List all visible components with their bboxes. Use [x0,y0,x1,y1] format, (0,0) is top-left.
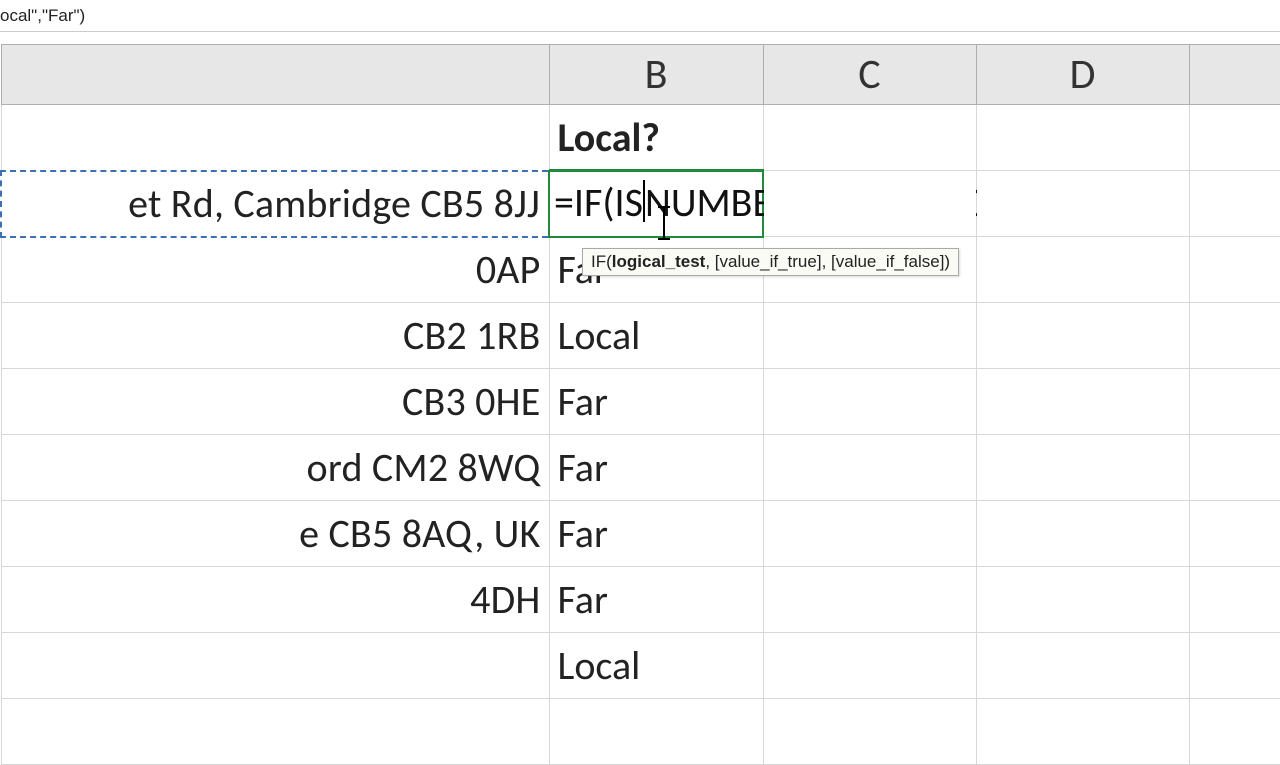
cell-A7[interactable]: e CB5 8AQ, UK [1,501,549,567]
cell-C2[interactable] [763,171,976,237]
cell-B4-text: Local [558,311,641,360]
cell-A3[interactable]: 0AP [1,237,549,303]
cell-B6[interactable]: Far [549,435,763,501]
row-9: Local [1,633,1280,699]
cell-A3-text: 0AP [476,245,541,294]
cell-E10[interactable] [1189,699,1280,765]
cell-E6[interactable] [1189,435,1280,501]
cell-D4[interactable] [976,303,1189,369]
cell-C8[interactable] [763,567,976,633]
cell-A4-text: CB2 1RB [403,311,541,360]
cell-D8[interactable] [976,567,1189,633]
cell-B8[interactable]: Far [549,567,763,633]
cell-B7-text: Far [558,509,608,558]
cell-A4[interactable]: CB2 1RB [1,303,549,369]
tooltip-rest: , [value_if_true], [value_if_false]) [705,252,950,271]
cell-A5[interactable]: CB3 0HE [1,369,549,435]
cell-B8-text: Far [558,575,608,624]
cell-D7[interactable] [976,501,1189,567]
row-10 [1,699,1280,765]
cell-C7[interactable] [763,501,976,567]
function-tooltip[interactable]: IF(logical_test, [value_if_true], [value… [582,248,959,276]
row-5: CB3 0HE Far [1,369,1280,435]
cell-D10[interactable] [976,699,1189,765]
cell-C4[interactable] [763,303,976,369]
cell-D6[interactable] [976,435,1189,501]
row-2: et Rd, Cambridge CB5 8JJ =IF(ISNUMBER(SE… [1,171,1280,237]
cell-B7[interactable]: Far [549,501,763,567]
col-header-C[interactable]: C [763,45,976,105]
col-header-E[interactable] [1189,45,1280,105]
cell-D2[interactable] [976,171,1189,237]
col-header-D[interactable]: D [976,45,1189,105]
cell-E4[interactable] [1189,303,1280,369]
text-caret [643,180,645,222]
cell-A8[interactable]: 4DH [1,567,549,633]
tooltip-active-arg: logical_test [612,252,706,271]
cell-E5[interactable] [1189,369,1280,435]
cell-B9-text: Local [558,641,641,690]
col-header-B-label: B [645,49,668,100]
cell-B1[interactable]: Local? [549,105,763,171]
cell-E2[interactable] [1189,171,1280,237]
col-header-A[interactable] [1,45,549,105]
cell-E7[interactable] [1189,501,1280,567]
row-1: Local? [1,105,1280,171]
cell-A7-text: e CB5 8AQ, UK [299,509,540,558]
spreadsheet-grid[interactable]: B C D Local? et Rd, Cambridge CB5 8JJ [0,44,1280,765]
cell-E8[interactable] [1189,567,1280,633]
row-4: CB2 1RB Local [1,303,1280,369]
cell-A1[interactable] [1,105,549,171]
cell-B5-text: Far [558,377,608,426]
cell-C1[interactable] [763,105,976,171]
cell-A6[interactable]: ord CM2 8WQ [1,435,549,501]
cell-E3[interactable] [1189,237,1280,303]
cell-B9[interactable]: Local [549,633,763,699]
cell-A2[interactable]: et Rd, Cambridge CB5 8JJ [1,171,549,237]
cell-A6-text: ord CM2 8WQ [307,443,541,492]
cell-D9[interactable] [976,633,1189,699]
cell-D3[interactable] [976,237,1189,303]
cell-C5[interactable] [763,369,976,435]
tooltip-fn: IF [591,252,606,271]
cell-C6[interactable] [763,435,976,501]
row-8: 4DH Far [1,567,1280,633]
cell-B10[interactable] [549,699,763,765]
cell-A5-text: CB3 0HE [402,377,541,426]
cell-A9[interactable] [1,633,549,699]
cell-B5[interactable]: Far [549,369,763,435]
cell-E1[interactable] [1189,105,1280,171]
cell-C9[interactable] [763,633,976,699]
col-header-C-label: C [858,49,880,100]
cell-A8-text: 4DH [470,575,540,624]
cell-A2-text: et Rd, Cambridge CB5 8JJ [128,179,540,228]
cell-D1[interactable] [976,105,1189,171]
cell-D5[interactable] [976,369,1189,435]
cell-E9[interactable] [1189,633,1280,699]
formula-bar-text: ocal","Far") [0,6,85,25]
cell-A10[interactable] [1,699,549,765]
col-header-B[interactable]: B [549,45,763,105]
column-header-row: B C D [1,45,1280,105]
cell-B4[interactable]: Local [549,303,763,369]
cell-B1-text: Local? [558,113,660,162]
formula-bar[interactable]: ocal","Far") [0,0,1280,32]
row-7: e CB5 8AQ, UK Far [1,501,1280,567]
row-6: ord CM2 8WQ Far [1,435,1280,501]
cell-B6-text: Far [558,443,608,492]
cell-B2[interactable]: =IF(ISNUMBER(SEARCH("CB2",A2))," [549,171,763,237]
col-header-D-label: D [1070,49,1096,100]
cell-C10[interactable] [763,699,976,765]
